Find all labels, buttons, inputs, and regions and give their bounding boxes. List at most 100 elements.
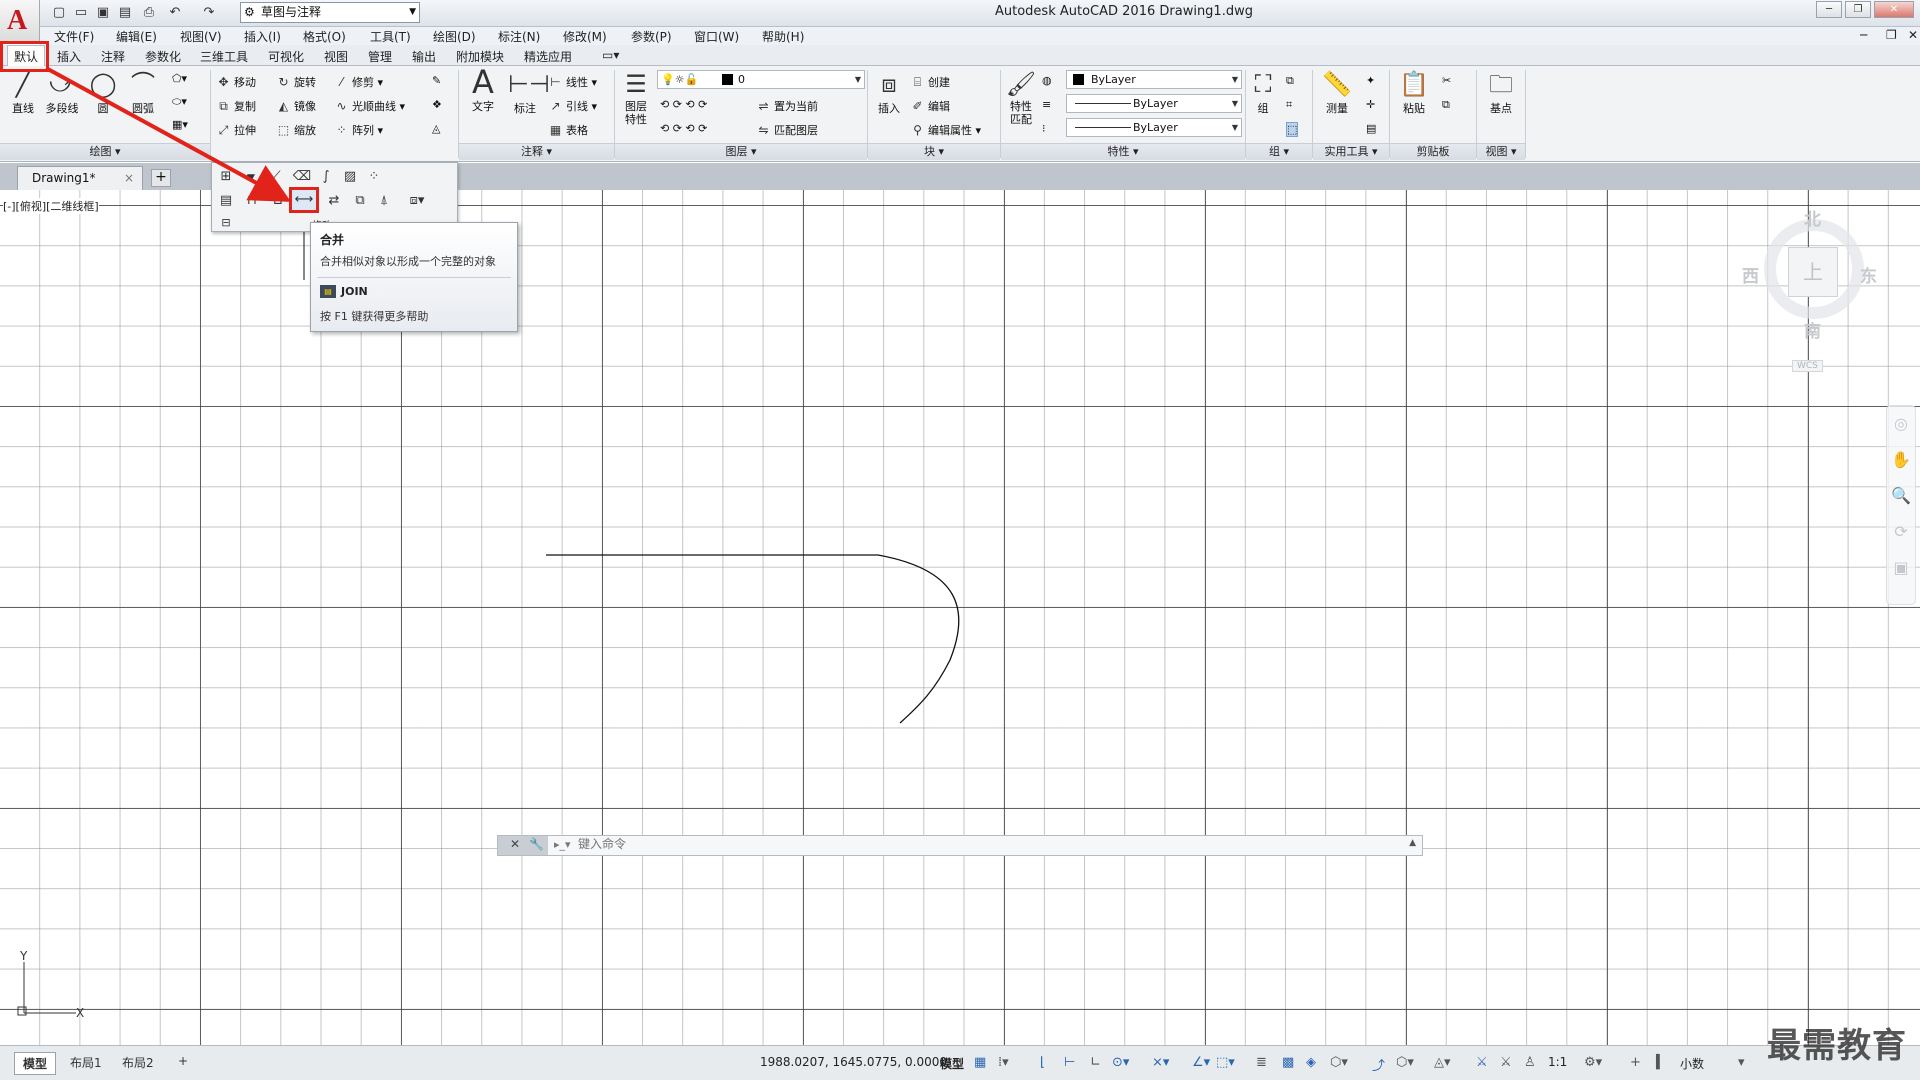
flyout-reverse-icon[interactable]: ⇄	[324, 191, 344, 211]
plus-icon[interactable]: +	[1630, 1055, 1641, 1070]
wrench-icon[interactable]: 🔧	[529, 837, 544, 851]
circle-tool[interactable]: ◯ 圆	[86, 68, 120, 116]
document-tab[interactable]: Drawing1* ×	[17, 166, 143, 190]
menu-parametric[interactable]: 参数(P)	[631, 28, 672, 45]
dimension-tool[interactable]: ⊢⊣ 标注	[508, 68, 550, 116]
selection-filter-icon[interactable]: ⬡▾	[1330, 1055, 1348, 1070]
block-panel-title[interactable]: 块 ▾	[868, 143, 1000, 160]
undo-icon[interactable]: ↶	[166, 4, 184, 21]
polygon-icon[interactable]: ⬠▾	[172, 72, 187, 85]
close-icon[interactable]: ✕	[510, 837, 520, 851]
close-button[interactable]: ✕	[1874, 1, 1914, 18]
annotation-scale-value[interactable]: 1:1	[1548, 1055, 1567, 1069]
viewcube-top-face[interactable]: 上	[1788, 247, 1838, 297]
tab-3d-tools[interactable]: 三维工具	[200, 48, 248, 65]
flyout-break-icon[interactable]: ⊓	[242, 191, 262, 211]
new-tab-button[interactable]: +	[151, 169, 171, 187]
menu-tools[interactable]: 工具(T)	[370, 28, 411, 45]
cut-icon[interactable]: ✂	[1442, 74, 1451, 87]
wcs-menu[interactable]: WCS	[1792, 360, 1823, 372]
flyout-erase-icon[interactable]: ⌫	[292, 167, 312, 187]
osnap-icon[interactable]: ⨯▾	[1152, 1055, 1169, 1070]
doc-restore-button[interactable]: ❐	[1886, 28, 1897, 42]
lineweight-icon[interactable]: ≡	[1042, 98, 1051, 111]
draw-panel-title[interactable]: 绘图 ▾	[0, 143, 210, 160]
model-space-toggle[interactable]: 模型	[940, 1055, 964, 1072]
isodraft-icon[interactable]: ∟	[1090, 1055, 1101, 1070]
annotation-visibility-icon[interactable]: ⬡▾	[1396, 1055, 1414, 1070]
workspace-dropdown[interactable]: ⚙ 草图与注释 ▼	[240, 2, 420, 23]
utilities-panel-title[interactable]: 实用工具 ▾	[1313, 143, 1389, 160]
polyline-tool[interactable]: ⤻ 多段线	[42, 68, 82, 116]
west-label[interactable]: 西	[1742, 262, 1759, 287]
stretch-tool[interactable]: ⤢ 拉伸	[216, 122, 256, 138]
array-tool[interactable]: ⁘ 阵列 ▾	[334, 122, 383, 138]
drawing-canvas[interactable]: [-][俯视][二维线框] 北 南 东 西 上 WCS ◎ ✋ 🔍 ⟳ ▣ Y …	[0, 190, 1920, 1045]
command-line-grip[interactable]: ✕ 🔧	[498, 836, 548, 855]
flyout-array-edit-icon[interactable]: ⁘	[364, 167, 384, 187]
flyout-edit-spline-icon[interactable]: ∫	[316, 167, 336, 187]
doc-close-button[interactable]: ✕	[1908, 28, 1918, 42]
layer-tools-row2[interactable]: ⟲ ⟳ ⟲ ⟳	[660, 122, 707, 135]
linetype-dropdown[interactable]: ByLayer ▼	[1066, 94, 1242, 113]
ungroup-icon[interactable]: ⧉	[1286, 74, 1294, 88]
settings-icon[interactable]: ⚙▾	[1584, 1055, 1602, 1070]
properties-panel-title[interactable]: 特性 ▾	[1001, 143, 1245, 160]
color-dropdown[interactable]: ByLayer ▼	[1066, 70, 1242, 89]
layout-tab-layout2[interactable]: 布局2	[114, 1052, 162, 1073]
calculator-icon[interactable]: ▤	[1366, 122, 1376, 135]
3d-osnap-icon[interactable]: ▩	[1282, 1055, 1294, 1070]
close-tab-icon[interactable]: ×	[124, 171, 134, 185]
edit-block-tool[interactable]: ✐ 编辑	[910, 98, 950, 114]
transparency-status-icon[interactable]: ⬚▾	[1216, 1055, 1235, 1070]
steering-wheel-icon[interactable]: ◎	[1887, 406, 1915, 442]
snap-icon[interactable]: ⁞▾	[998, 1055, 1009, 1070]
doc-minimize-button[interactable]: ─	[1860, 28, 1867, 42]
group-edit-icon[interactable]: ⌗	[1286, 98, 1292, 112]
color-wheel-icon[interactable]: ◍	[1042, 74, 1052, 87]
zoom-icon[interactable]: 🔍	[1887, 478, 1915, 514]
tab-featured-apps[interactable]: 精选应用	[524, 48, 572, 65]
clipboard-panel-title[interactable]: 剪贴板	[1390, 143, 1476, 160]
copy-tool[interactable]: ⧉ 复制	[216, 98, 256, 114]
explode-icon[interactable]: ❖	[432, 98, 442, 111]
point-id-icon[interactable]: ✛	[1366, 98, 1375, 111]
linear-dim-tool[interactable]: ⊢ 线性 ▾	[548, 74, 597, 90]
north-label[interactable]: 北	[1804, 205, 1821, 230]
flyout-edit-polyline-icon[interactable]: ▰	[240, 167, 260, 187]
save-icon[interactable]: ▣	[94, 4, 112, 21]
blend-curves-tool[interactable]: ∿ 光顺曲线 ▾	[334, 98, 405, 114]
lineweight-dropdown[interactable]: ByLayer ▼	[1066, 118, 1242, 137]
maximize-button[interactable]: ❐	[1845, 1, 1871, 18]
new-file-icon[interactable]: ▢	[50, 4, 68, 21]
menu-window[interactable]: 窗口(W)	[694, 28, 739, 45]
line-tool[interactable]: ╱ 直线	[6, 68, 40, 116]
annotation-scale-icon[interactable]: ⚔	[1476, 1055, 1488, 1070]
east-label[interactable]: 东	[1860, 262, 1877, 287]
application-menu-button[interactable]: A	[0, 0, 40, 42]
polyline-arc-entity[interactable]	[546, 554, 960, 724]
auto-scale-icon[interactable]: ⚔	[1500, 1055, 1512, 1070]
move-tool[interactable]: ✥ 移动	[216, 74, 256, 90]
match-layer-tool[interactable]: ⇋ 匹配图层	[756, 122, 818, 138]
tab-annotate[interactable]: 注释	[101, 48, 125, 65]
workspace-switch-icon[interactable]: ◬▾	[1434, 1055, 1451, 1070]
flyout-draworder-icon[interactable]: ▤	[216, 191, 236, 211]
group-tool[interactable]: ⛶ 组	[1248, 68, 1278, 116]
selection-cycling-icon[interactable]: ≣	[1256, 1055, 1267, 1070]
showmotion-icon[interactable]: ▣	[1887, 550, 1915, 586]
group-select-icon[interactable]: ⬚	[1286, 122, 1299, 137]
quick-properties-icon[interactable]: ▾	[1738, 1055, 1745, 1070]
add-layout-button[interactable]: +	[170, 1052, 196, 1070]
ortho-icon[interactable]: ⌊	[1040, 1055, 1045, 1070]
command-prompt-icon[interactable]: ▸_▾	[554, 838, 571, 851]
menu-insert[interactable]: 插入(I)	[244, 28, 281, 45]
open-file-icon[interactable]: ▭	[72, 4, 90, 21]
menu-draw[interactable]: 绘图(D)	[433, 28, 476, 45]
layout-tab-layout1[interactable]: 布局1	[62, 1052, 110, 1073]
tab-visualize[interactable]: 可视化	[268, 48, 304, 65]
minimize-button[interactable]: ─	[1816, 1, 1842, 18]
layout-tab-model[interactable]: 模型	[14, 1052, 57, 1075]
tab-parametric[interactable]: 参数化	[145, 48, 181, 65]
flyout-join-icon[interactable]: ⟷	[289, 187, 319, 213]
